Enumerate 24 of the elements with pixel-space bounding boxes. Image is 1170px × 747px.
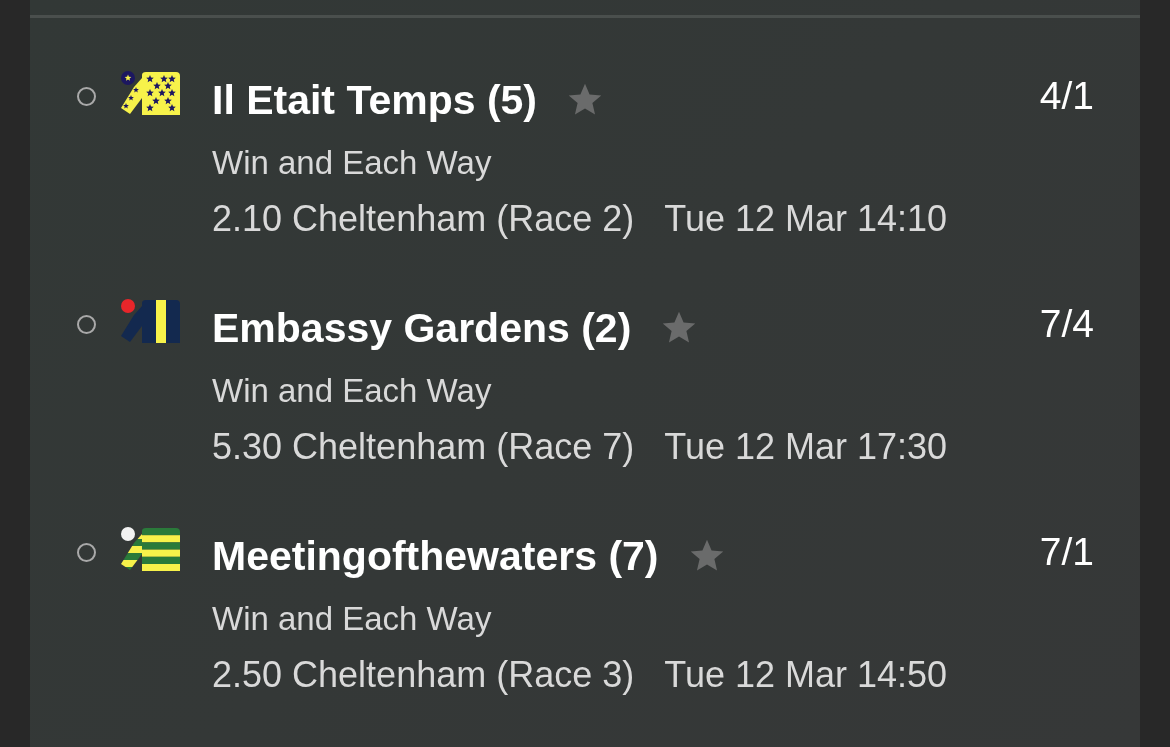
odds: 7/1 [1039, 529, 1094, 575]
race-name: 2.10 Cheltenham (Race 2) [212, 198, 635, 240]
race-time: Tue 12 Mar 14:50 [664, 654, 948, 696]
race-time: Tue 12 Mar 14:10 [664, 198, 948, 240]
bet-market: Win and Each Way [212, 599, 492, 639]
horse-name: Embassy Gardens (2) [212, 305, 632, 351]
star-icon[interactable] [661, 311, 698, 345]
jockey-silk-icon [120, 526, 180, 571]
radio-button[interactable] [77, 315, 96, 334]
radio-button[interactable] [77, 543, 96, 562]
bet-market: Win and Each Way [212, 143, 492, 183]
horse-name: Il Etait Temps (5) [212, 77, 538, 123]
radio-button[interactable] [77, 87, 96, 106]
odds: 7/4 [1039, 301, 1094, 347]
race-name: 5.30 Cheltenham (Race 7) [212, 426, 635, 468]
bet-market: Win and Each Way [212, 371, 492, 411]
jockey-silk-icon [120, 298, 180, 343]
race-time: Tue 12 Mar 17:30 [664, 426, 948, 468]
race-name: 2.50 Cheltenham (Race 3) [212, 654, 635, 696]
star-icon[interactable] [567, 83, 604, 117]
odds: 4/1 [1039, 73, 1094, 119]
star-icon[interactable] [688, 539, 725, 573]
horse-name: Meetingofthewaters (7) [212, 533, 659, 579]
jockey-silk-icon [120, 70, 180, 115]
